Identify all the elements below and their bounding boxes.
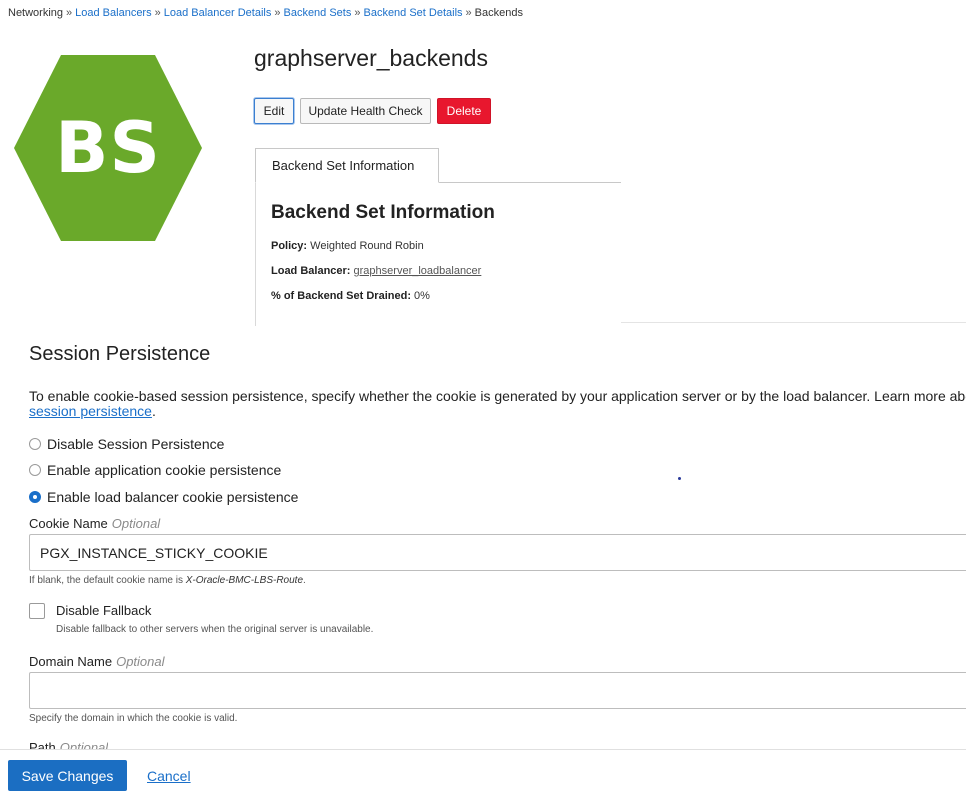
field-label: Path <box>29 740 56 749</box>
breadcrumb-separator: » <box>154 7 161 19</box>
hint-text: If blank, the default cookie name is <box>29 575 186 586</box>
description-text: To enable cookie-based session persisten… <box>29 388 966 404</box>
tab-backend-set-information[interactable]: Backend Set Information <box>255 148 439 183</box>
disable-fallback-hint: Disable fallback to other servers when t… <box>56 624 374 635</box>
resource-badge-text: BS <box>55 107 161 189</box>
load-balancer-link[interactable]: graphserver_loadbalancer <box>354 265 482 277</box>
policy-value: Weighted Round Robin <box>310 240 424 252</box>
load-balancer-label: Load Balancer: <box>271 265 351 277</box>
optional-tag: Optional <box>111 516 161 531</box>
breadcrumb-networking: Networking <box>8 7 64 19</box>
disable-fallback-checkbox[interactable] <box>29 603 45 619</box>
disable-fallback-label: Disable Fallback <box>56 603 152 618</box>
resource-badge: BS <box>14 55 202 241</box>
policy-label: Policy: <box>271 240 308 252</box>
session-persistence-description: To enable cookie-based session persisten… <box>29 389 966 419</box>
panel-divider <box>621 322 966 323</box>
radio-enable-load-balancer-cookie[interactable]: Enable load balancer cookie persistence <box>29 489 298 505</box>
breadcrumb-load-balancer-details[interactable]: Load Balancer Details <box>164 7 272 19</box>
radio-label: Enable load balancer cookie persistence <box>47 489 299 505</box>
session-persistence-link[interactable]: session persistence <box>29 403 152 419</box>
drained-row: % of Backend Set Drained: 0% <box>271 290 430 302</box>
breadcrumb: Networking» Load Balancers» Load Balancer … <box>8 7 523 19</box>
info-heading: Backend Set Information <box>271 202 495 223</box>
optional-tag: Optional <box>59 740 109 749</box>
breadcrumb-separator: » <box>354 7 361 19</box>
drained-label: % of Backend Set Drained: <box>271 290 411 302</box>
field-label: Cookie Name <box>29 516 108 531</box>
breadcrumb-separator: » <box>274 7 281 19</box>
radio-circle-icon <box>29 438 41 450</box>
radio-label: Disable Session Persistence <box>47 436 225 452</box>
optional-tag: Optional <box>116 654 165 669</box>
field-label: Domain Name <box>29 654 113 669</box>
cancel-link[interactable]: Cancel <box>147 768 191 784</box>
tab-content-border <box>255 183 256 326</box>
cookie-name-hint: If blank, the default cookie name is X-O… <box>29 575 306 586</box>
breadcrumb-backend-set-details[interactable]: Backend Set Details <box>363 7 462 19</box>
radio-circle-icon <box>29 464 41 476</box>
form-footer: Save Changes Cancel <box>0 749 966 797</box>
drained-value: 0% <box>414 290 430 302</box>
hint-default-cookie: X-Oracle-BMC-LBS-Route <box>185 575 304 586</box>
page-title: graphserver_backends <box>254 45 488 71</box>
save-changes-button[interactable]: Save Changes <box>8 760 127 791</box>
radio-selected-icon <box>29 491 41 503</box>
cookie-name-label: Cookie Name Optional <box>29 516 160 531</box>
domain-name-hint: Specify the domain in which the cookie i… <box>29 713 238 724</box>
delete-button[interactable]: Delete <box>437 98 491 124</box>
radio-enable-application-cookie[interactable]: Enable application cookie persistence <box>29 462 281 478</box>
radio-label: Enable application cookie persistence <box>47 462 282 478</box>
path-label: Path Optional <box>29 740 108 749</box>
resource-panel: Networking» Load Balancers» Load Balancer … <box>0 0 621 326</box>
breadcrumb-backends: Backends <box>474 7 523 19</box>
radio-disable-session-persistence[interactable]: Disable Session Persistence <box>29 436 224 452</box>
cursor-dot <box>678 477 681 480</box>
load-balancer-row: Load Balancer: graphserver_loadbalancer <box>271 265 481 277</box>
tab-label: Backend Set Information <box>272 158 415 173</box>
domain-name-input[interactable] <box>29 672 966 709</box>
session-persistence-heading: Session Persistence <box>29 343 211 365</box>
update-health-check-button[interactable]: Update Health Check <box>300 98 431 124</box>
breadcrumb-separator: » <box>66 7 73 19</box>
breadcrumb-separator: » <box>465 7 472 19</box>
breadcrumb-backend-sets[interactable]: Backend Sets <box>283 7 351 19</box>
policy-row: Policy: Weighted Round Robin <box>271 240 424 252</box>
cookie-name-input[interactable] <box>29 534 966 571</box>
hint-end: . <box>303 575 306 586</box>
description-end: . <box>151 403 156 419</box>
domain-name-label: Domain Name Optional <box>29 654 165 669</box>
breadcrumb-load-balancers[interactable]: Load Balancers <box>75 7 151 19</box>
edit-button[interactable]: Edit <box>254 98 294 124</box>
